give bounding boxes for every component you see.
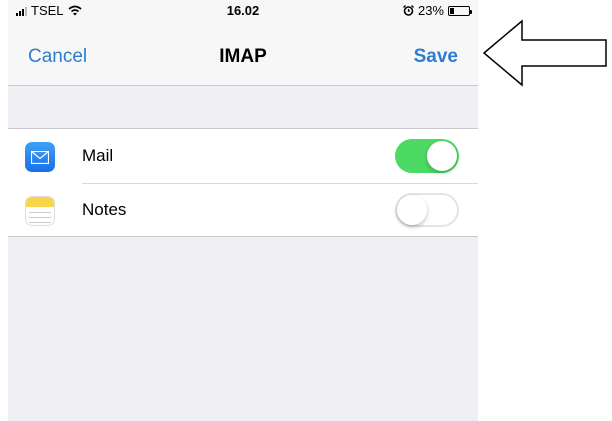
page-title: IMAP	[219, 46, 267, 67]
alarm-icon	[403, 5, 414, 16]
status-bar: TSEL 16.02 23%	[8, 0, 478, 22]
list-item-mail: Mail	[8, 129, 478, 183]
mail-label: Mail	[82, 146, 114, 165]
left-arrow-icon	[482, 19, 607, 87]
sync-list: Mail Notes	[8, 128, 478, 237]
mail-toggle[interactable]	[395, 139, 459, 173]
ios-screen: TSEL 16.02 23% Cancel IMAP Save Mail Not…	[8, 0, 478, 421]
battery-percent: 23%	[417, 3, 444, 18]
mail-app-icon	[25, 142, 55, 172]
toggle-knob	[427, 141, 457, 171]
notes-app-icon	[25, 196, 55, 226]
toggle-knob	[397, 195, 427, 225]
list-item-notes: Notes	[8, 183, 478, 237]
notes-label: Notes	[82, 200, 127, 219]
navigation-bar: Cancel IMAP Save	[8, 22, 478, 86]
save-button[interactable]: Save	[414, 46, 458, 68]
battery-icon	[448, 5, 472, 16]
battery-fill	[450, 7, 454, 14]
status-right: 23%	[403, 3, 472, 18]
notes-toggle[interactable]	[395, 193, 459, 227]
